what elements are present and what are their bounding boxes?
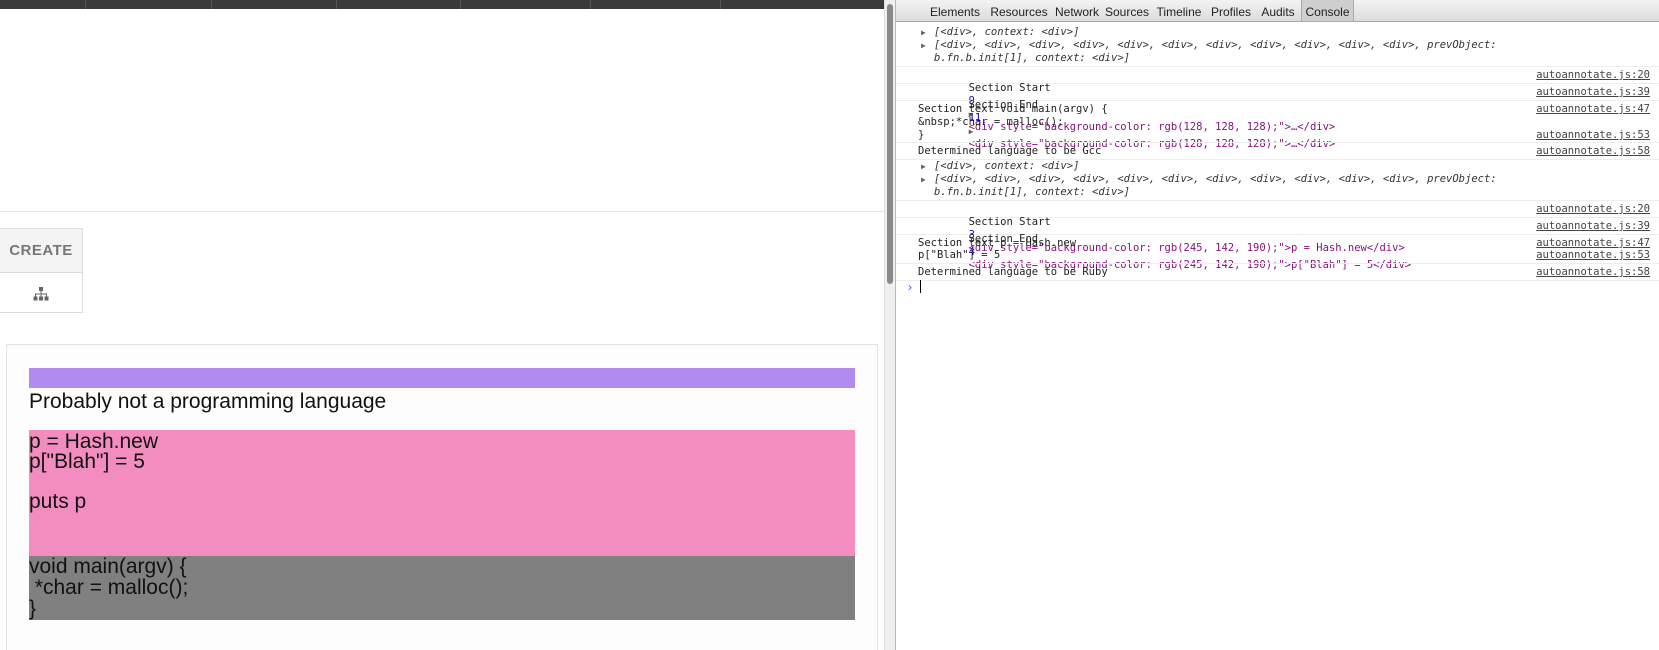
console-row[interactable]: Section Start 9 ▶ <div style="background…	[896, 67, 1659, 133]
console-row[interactable]: ▶ [<div>, <div>, <div>, <div>, <div>, <d…	[896, 39, 1659, 67]
sitemap-icon[interactable]	[0, 273, 82, 314]
web-page-pane: CREATE Probably not a programming langua…	[0, 0, 884, 650]
code-line: puts p	[29, 490, 87, 513]
top-nav-bar	[0, 0, 884, 9]
console-row[interactable]: Section text void main(argv) { &nbsp;*ch…	[896, 101, 1659, 143]
code-line: p["Blah"] = 5	[29, 450, 145, 473]
source-link[interactable]: autoannotate.js:39	[1536, 86, 1650, 99]
create-button[interactable]: CREATE	[0, 229, 82, 273]
plain-text-line: Probably not a programming language	[29, 390, 387, 413]
disclosure-triangle-icon[interactable]: ▶	[921, 173, 926, 186]
console-object: [<div>, context: <div>]	[934, 160, 1080, 172]
tab-resources[interactable]: Resources	[988, 0, 1050, 21]
log-text: Determined language to be Gcc	[918, 145, 1102, 157]
console-row[interactable]: Section End 11 ▶ <div style="background-…	[896, 84, 1659, 150]
console-row[interactable]: ▶ [<div>, <div>, <div>, <div>, <div>, <d…	[896, 173, 1659, 201]
console-object: [<div>, <div>, <div>, <div>, <div>, <div…	[934, 173, 1497, 185]
console-object: [<div>, <div>, <div>, <div>, <div>, <div…	[934, 39, 1497, 51]
devtools-toolbar: Elements Resources Network Sources Timel…	[896, 0, 1659, 22]
log-text: Determined language to be Ruby	[918, 266, 1108, 278]
tab-console[interactable]: Console	[1301, 0, 1354, 21]
code-line: }	[29, 597, 37, 620]
annotated-content: Probably not a programming language p = …	[6, 344, 878, 650]
console-row[interactable]: Determined language to be Gcc autoannota…	[896, 143, 1659, 160]
source-link[interactable]: autoannotate.js:20	[1536, 69, 1650, 82]
tab-audits[interactable]: Audits	[1258, 0, 1298, 21]
log-text: }	[918, 129, 925, 141]
console-row[interactable]: ▶ [<div>, context: <div>]	[896, 160, 1659, 173]
source-link[interactable]: autoannotate.js:20	[1536, 203, 1650, 216]
console-object: b.fn.b.init[1], context: <div>]	[934, 186, 1130, 198]
tab-profiles[interactable]: Profiles	[1208, 0, 1254, 21]
console-row[interactable]: ▶ [<div>, context: <div>]	[896, 26, 1659, 39]
code-line: *char = malloc();	[29, 576, 189, 599]
log-text: p["Blah"] = 5	[918, 249, 1001, 261]
section-divider	[0, 211, 884, 212]
console-input[interactable]	[920, 280, 921, 293]
tab-sources[interactable]: Sources	[1105, 0, 1149, 21]
page-scrollbar[interactable]	[884, 0, 895, 650]
console-object: [<div>, context: <div>]	[934, 26, 1080, 38]
console-row[interactable]: Section Start 3 <div style="background-c…	[896, 201, 1659, 254]
console-row[interactable]: Section text p = Hash.new p["Blah"] = 5 …	[896, 235, 1659, 264]
tab-timeline[interactable]: Timeline	[1154, 0, 1204, 21]
tab-elements[interactable]: Elements	[928, 0, 982, 21]
tab-network[interactable]: Network	[1052, 0, 1102, 21]
source-link[interactable]: autoannotate.js:53	[1536, 129, 1650, 142]
code-line: void main(argv) {	[29, 555, 187, 578]
console-row[interactable]: Determined language to be Ruby autoannot…	[896, 264, 1659, 281]
log-text: Section text void main(argv) {	[918, 103, 1108, 115]
devtools-panel: Elements Resources Network Sources Timel…	[895, 0, 1659, 650]
source-link[interactable]: autoannotate.js:47	[1536, 103, 1650, 116]
source-link[interactable]: autoannotate.js:53	[1536, 249, 1650, 262]
console-prompt-icon: ›	[908, 280, 912, 294]
source-link[interactable]: autoannotate.js:58	[1536, 145, 1650, 158]
code-line: p = Hash.new	[29, 430, 158, 453]
ruby-code-section: p = Hash.new p["Blah"] = 5 puts p	[29, 430, 855, 556]
source-link[interactable]: autoannotate.js:39	[1536, 220, 1650, 233]
console-object: b.fn.b.init[1], context: <div>]	[934, 52, 1130, 64]
source-link[interactable]: autoannotate.js:58	[1536, 266, 1650, 279]
log-text: &nbsp;*char = malloc();	[918, 116, 1064, 128]
scrollbar-thumb[interactable]	[887, 4, 893, 284]
create-panel: CREATE	[0, 228, 83, 313]
purple-section-bar	[29, 368, 855, 388]
disclosure-triangle-icon[interactable]: ▶	[921, 39, 926, 52]
console-row[interactable]: Section End 4 <div style="background-col…	[896, 218, 1659, 271]
c-code-section: void main(argv) { *char = malloc(); }	[29, 556, 855, 620]
disclosure-triangle-icon[interactable]: ▶	[921, 160, 926, 173]
disclosure-triangle-icon[interactable]: ▶	[921, 26, 926, 39]
